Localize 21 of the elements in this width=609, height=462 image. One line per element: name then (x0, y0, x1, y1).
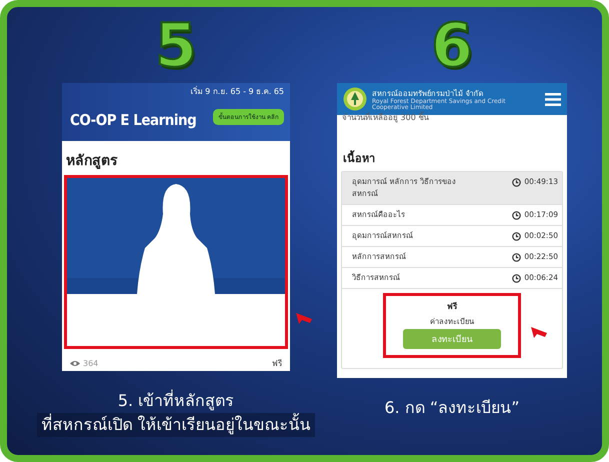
price-text: ฟรี (272, 358, 282, 370)
caption-text: 6. กด “ลงทะเบียน” (384, 397, 520, 419)
clock-icon (512, 232, 522, 240)
price-text: ฟรี (447, 301, 457, 313)
section-title: เนื้อหา (342, 149, 376, 167)
clock-icon (512, 210, 522, 220)
clock-icon (512, 178, 522, 186)
clock-icon (512, 274, 522, 282)
stock-text: จำนวนที่เหลืออยู่ 300 ชิ้น (341, 113, 430, 123)
clock-icon (512, 252, 522, 262)
logo-text: CO-OP E Learning (70, 111, 196, 129)
date-text: เริ่ม 9 ก.ย. 65 - 9 ธ.ค. 65 (190, 85, 284, 98)
caption-text: 5. เข้าที่หลักสูตร (118, 389, 234, 412)
eye-icon (70, 360, 80, 367)
caption-text: ที่สหกรณ์เปิด ให้เข้าเรียนอยู่ในขณะนั้น (37, 413, 315, 437)
emblem-icon (343, 87, 367, 111)
section-title: หลักสูตร (65, 152, 119, 171)
step-number: 6 (431, 15, 473, 77)
view-count: 364 (83, 359, 98, 368)
step-number: 5 (155, 15, 197, 77)
menu-icon[interactable] (545, 92, 561, 106)
